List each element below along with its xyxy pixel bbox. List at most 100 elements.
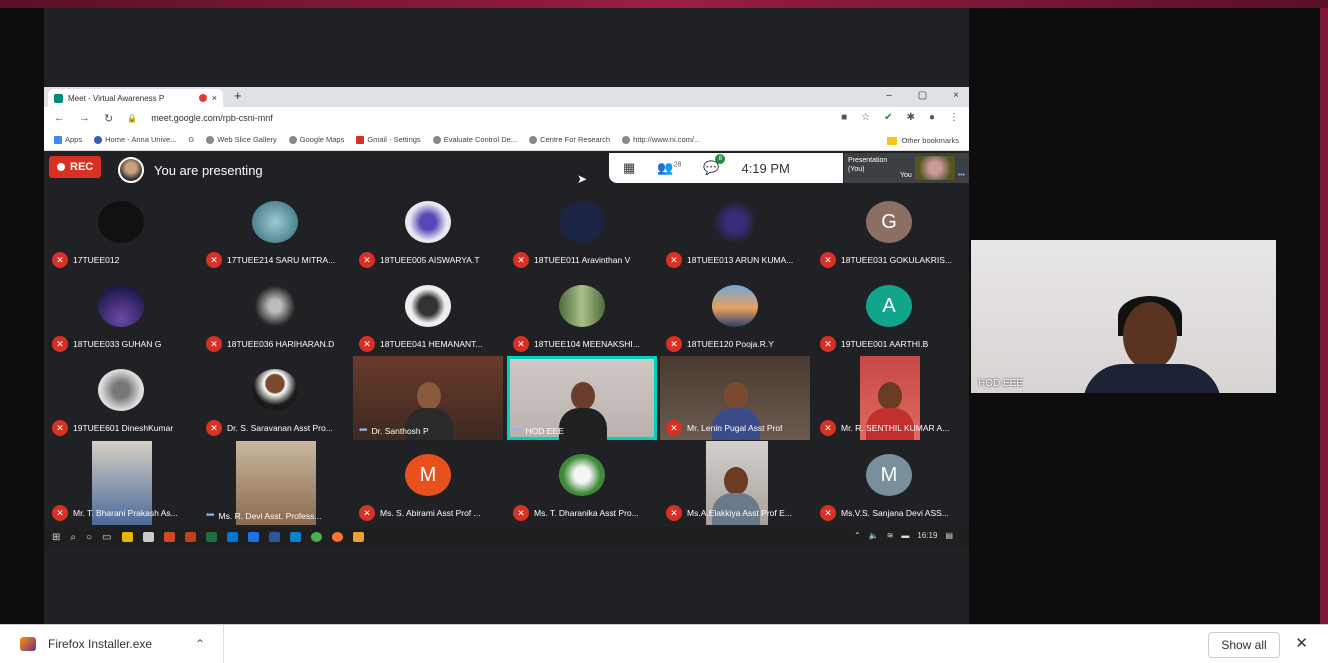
- participant-tile[interactable]: ✕ 18TUEE033 GUHAN G: [46, 272, 196, 356]
- participant-tile[interactable]: ✕ 18TUEE013 ARUN KUMA...: [660, 188, 810, 272]
- clock[interactable]: 16:19: [917, 531, 937, 540]
- participant-name: 18TUEE031 GOKULAKRIS...: [841, 255, 953, 265]
- participant-tile[interactable]: M ✕ Ms.V.S. Sanjana Devi ASS...: [814, 441, 964, 525]
- pinned-participant-video[interactable]: HOD EEE: [971, 240, 1276, 393]
- participant-tile[interactable]: ✕ Dr. S. Saravanan Asst Pro...: [200, 356, 350, 440]
- bookmark-web-slice[interactable]: Web Slice Gallery: [206, 135, 277, 144]
- store-icon[interactable]: [142, 532, 154, 542]
- participant-tile[interactable]: ✕ 17TUEE214 SARU MITRA...: [200, 188, 350, 272]
- star-icon[interactable]: ☆: [861, 112, 870, 123]
- participant-tile[interactable]: G ✕ 18TUEE031 GOKULAKRIS...: [814, 188, 964, 272]
- participant-tile[interactable]: A ✕ 19TUEE001 AARTHI.B: [814, 272, 964, 356]
- participant-tile[interactable]: ✕ 18TUEE104 MEENAKSHI...: [507, 272, 657, 356]
- participant-video-tile[interactable]: ••• Dr. Santhosh P: [353, 356, 503, 440]
- check-extension-icon[interactable]: ✔: [884, 112, 892, 123]
- back-icon[interactable]: ←: [54, 112, 65, 124]
- participant-name: Mr. Lenin Pugal Asst Prof: [687, 423, 783, 433]
- participant-tile[interactable]: ✕ 18TUEE011 Aravinthan V: [507, 188, 657, 272]
- bookmark-centre-research[interactable]: Centre For Research: [529, 135, 610, 144]
- cortana-icon[interactable]: ○: [86, 532, 92, 543]
- bookmark-gmail[interactable]: Gmail - Settings: [356, 135, 421, 144]
- other-bookmarks[interactable]: Other bookmarks: [887, 136, 959, 145]
- tab-meet[interactable]: Meet - Virtual Awareness P ×: [48, 89, 223, 107]
- bookmark-apps[interactable]: Apps: [54, 135, 82, 144]
- menu-icon[interactable]: ⋮: [949, 112, 959, 123]
- participant-tile[interactable]: ✕ 18TUEE120 Pooja.R.Y: [660, 272, 810, 356]
- presentation-tile[interactable]: Presentation (You) You •••: [844, 153, 969, 183]
- chrome-icon[interactable]: [310, 532, 322, 542]
- chevron-up-icon[interactable]: ⌃: [195, 637, 205, 651]
- meet-icon: [54, 93, 63, 103]
- notifications-icon[interactable]: ▤: [945, 531, 953, 540]
- participant-name: 18TUEE033 GUHAN G: [73, 339, 162, 349]
- download-item[interactable]: Firefox Installer.exe ⌃: [0, 625, 224, 663]
- bookmark-google[interactable]: G: [188, 135, 194, 144]
- folder-icon[interactable]: [352, 532, 364, 542]
- powerpoint-icon[interactable]: [163, 532, 175, 542]
- close-window-button[interactable]: ×: [953, 90, 959, 101]
- search-icon[interactable]: ⌕: [70, 532, 76, 543]
- folder-icon: [887, 136, 898, 145]
- participant-tile[interactable]: ✕ 18TUEE041 HEMANANT...: [353, 272, 503, 356]
- participant-name: 18TUEE104 MEENAKSHI...: [534, 339, 640, 349]
- participant-video-tile[interactable]: ✕ Mr. R. SENTHIL KUMAR A...: [814, 356, 964, 440]
- tab-close-button[interactable]: ×: [212, 93, 217, 103]
- reload-icon[interactable]: ↻: [104, 112, 113, 125]
- bookmark-anna-univ[interactable]: Home - Anna Unive...: [94, 135, 176, 144]
- firefox-icon[interactable]: [331, 532, 343, 542]
- participant-video-tile[interactable]: ••• Ms. R. Devi Asst. Profess...: [200, 441, 350, 525]
- participant-tile[interactable]: ✕ 18TUEE005 AISWARYA.T: [353, 188, 503, 272]
- avatar: M: [405, 454, 451, 496]
- participant-name: 18TUEE005 AISWARYA.T: [380, 255, 480, 265]
- wifi-icon[interactable]: ≋: [887, 531, 894, 540]
- participant-video-tile[interactable]: ✕ Mr. T. Bharani Prakash As...: [46, 441, 196, 525]
- bookmark-google-maps[interactable]: Google Maps: [288, 135, 344, 144]
- avatar: [559, 201, 605, 243]
- mail-icon[interactable]: [226, 532, 238, 542]
- participant-tile[interactable]: M ✕ Ms. S. Abirami Asst Prof ...: [353, 441, 503, 525]
- installer-file-icon: [20, 637, 36, 651]
- participant-tile[interactable]: ✕ 19TUEE601 DineshKumar: [46, 356, 196, 440]
- participant-tile[interactable]: ✕ 17TUEE012: [46, 188, 196, 272]
- battery-icon[interactable]: ▬: [901, 531, 909, 540]
- minimize-button[interactable]: –: [886, 90, 892, 101]
- speaker-icon[interactable]: 🔈: [869, 531, 879, 540]
- bookmark-evaluate[interactable]: Evaluate Control De...: [432, 135, 517, 144]
- excel-icon[interactable]: [205, 532, 217, 542]
- close-download-bar-button[interactable]: ✕: [1295, 634, 1308, 652]
- word-icon[interactable]: [268, 532, 280, 542]
- office-icon[interactable]: [184, 532, 196, 542]
- avatar: [98, 285, 144, 327]
- participant-video-tile[interactable]: ✕ Ms.A.Elakkiya Asst Prof E...: [660, 441, 810, 525]
- extensions-icon[interactable]: ✱: [907, 112, 915, 123]
- participants-button[interactable]: 👥28: [657, 160, 681, 176]
- layout-grid-icon[interactable]: ▦: [623, 160, 635, 176]
- task-view-icon[interactable]: ▭: [102, 532, 111, 543]
- camera-icon[interactable]: ■: [841, 112, 847, 123]
- participant-tile[interactable]: ✕ 18TUEE036 HARIHARAN.D: [200, 272, 350, 356]
- participant-video-tile[interactable]: ✕ Mr. Lenin Pugal Asst Prof: [660, 356, 810, 440]
- apps-icon: [54, 135, 62, 144]
- profile-icon[interactable]: ●: [929, 112, 935, 123]
- tab-title: Meet - Virtual Awareness P: [68, 93, 165, 103]
- chat-button[interactable]: 💬 8: [703, 154, 726, 176]
- app-icon[interactable]: [247, 532, 259, 542]
- participant-tile[interactable]: ✕ Ms. T. Dharanika Asst Pro...: [507, 441, 657, 525]
- avatar: [252, 369, 298, 411]
- show-all-button[interactable]: Show all: [1208, 632, 1280, 658]
- file-explorer-icon[interactable]: [121, 532, 133, 542]
- download-bar: Firefox Installer.exe ⌃ Show all ✕: [0, 624, 1328, 663]
- edge-icon[interactable]: [289, 532, 301, 542]
- restore-button[interactable]: ▢: [918, 90, 927, 101]
- more-options-icon[interactable]: •••: [958, 171, 965, 180]
- participant-video-tile[interactable]: ••• HOD EEE: [507, 356, 657, 440]
- windows-start-icon[interactable]: ⊞: [52, 532, 60, 543]
- new-tab-button[interactable]: +: [234, 88, 242, 103]
- chevron-up-icon[interactable]: ⌃: [854, 531, 861, 540]
- forward-icon[interactable]: →: [79, 112, 90, 124]
- participant-name: HOD EEE: [978, 378, 1024, 389]
- mic-off-icon: ✕: [206, 252, 222, 268]
- bookmarks-bar: Apps Home - Anna Unive... G Web Slice Ga…: [44, 129, 969, 151]
- url-field[interactable]: meet.google.com/rpb-csni-mnf: [151, 113, 273, 123]
- bookmark-ni[interactable]: http://www.ni.com/...: [622, 135, 700, 144]
